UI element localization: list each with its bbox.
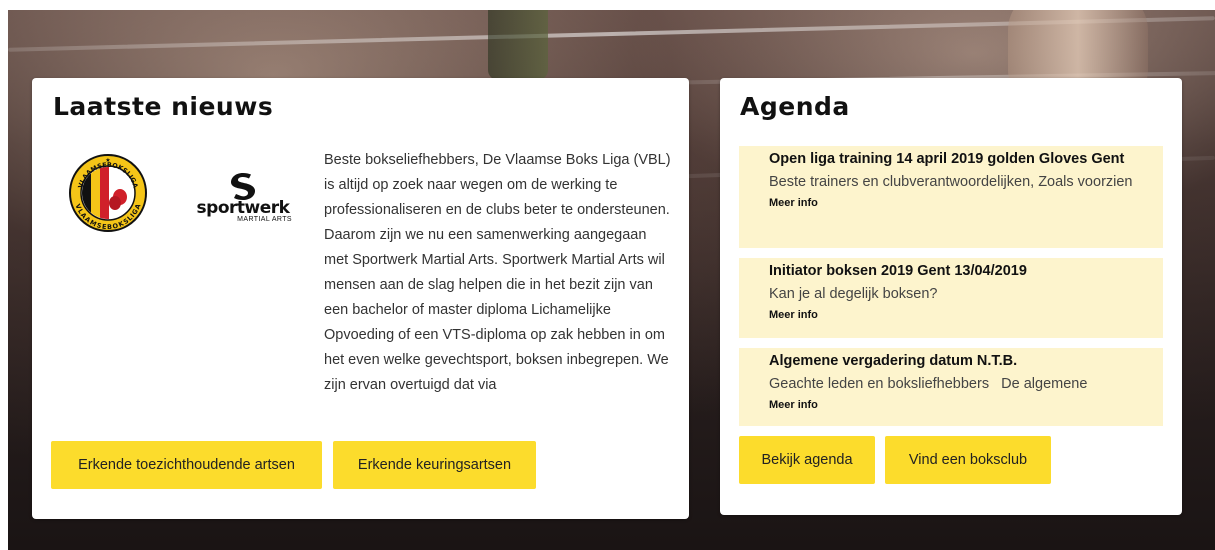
event-more-info-link[interactable]: Meer info: [769, 195, 1153, 211]
news-excerpt: Beste bokseliefhebbers, De Vlaamse Boks …: [324, 152, 671, 393]
news-title: Laatste nieuws: [53, 92, 274, 121]
agenda-event[interactable]: Open liga training 14 april 2019 golden …: [739, 146, 1163, 248]
sportwerk-logo: sportwerk MARTIAL ARTS: [188, 172, 298, 228]
vind-een-boksclub-button[interactable]: Vind een boksclub: [885, 436, 1051, 484]
sportwerk-mark-icon: [231, 173, 255, 200]
agenda-event[interactable]: Initiator boksen 2019 Gent 13/04/2019 Ka…: [739, 258, 1163, 338]
event-title[interactable]: Initiator boksen 2019 Gent 13/04/2019: [769, 261, 1153, 281]
svg-text:★: ★: [105, 157, 110, 164]
erkende-toezichthoudende-artsen-button[interactable]: Erkende toezichthoudende artsen: [51, 441, 322, 489]
event-description: Geachte leden en boksliefhebbers De alge…: [769, 376, 1088, 392]
bekijk-agenda-button[interactable]: Bekijk agenda: [739, 436, 875, 484]
event-title[interactable]: Open liga training 14 april 2019 golden …: [769, 149, 1153, 169]
boxer-silhouette: [488, 10, 548, 80]
vlaamse-boks-liga-logo: VLAAMSEBOKSLIGA VLAAMSEBOKSLIGA ★: [69, 154, 147, 232]
event-description: Kan je al degelijk boksen?: [769, 286, 938, 302]
news-card: Laatste nieuws VLAAMSEBOKSLIGA VLAAMSEBO…: [32, 78, 689, 519]
agenda-card: Agenda Open liga training 14 april 2019 …: [720, 78, 1182, 515]
news-image[interactable]: VLAAMSEBOKSLIGA VLAAMSEBOKSLIGA ★ sportw…: [56, 148, 310, 236]
agenda-event[interactable]: Algemene vergadering datum N.T.B. Geacht…: [739, 348, 1163, 426]
event-description: Beste trainers en clubverantwoordelijken…: [769, 174, 1133, 190]
agenda-title: Agenda: [740, 92, 850, 121]
event-more-info-link[interactable]: Meer info: [769, 307, 1153, 323]
event-more-info-link[interactable]: Meer info: [769, 397, 1153, 413]
event-title[interactable]: Algemene vergadering datum N.T.B.: [769, 351, 1153, 371]
erkende-keuringsartsen-button[interactable]: Erkende keuringsartsen: [333, 441, 536, 489]
